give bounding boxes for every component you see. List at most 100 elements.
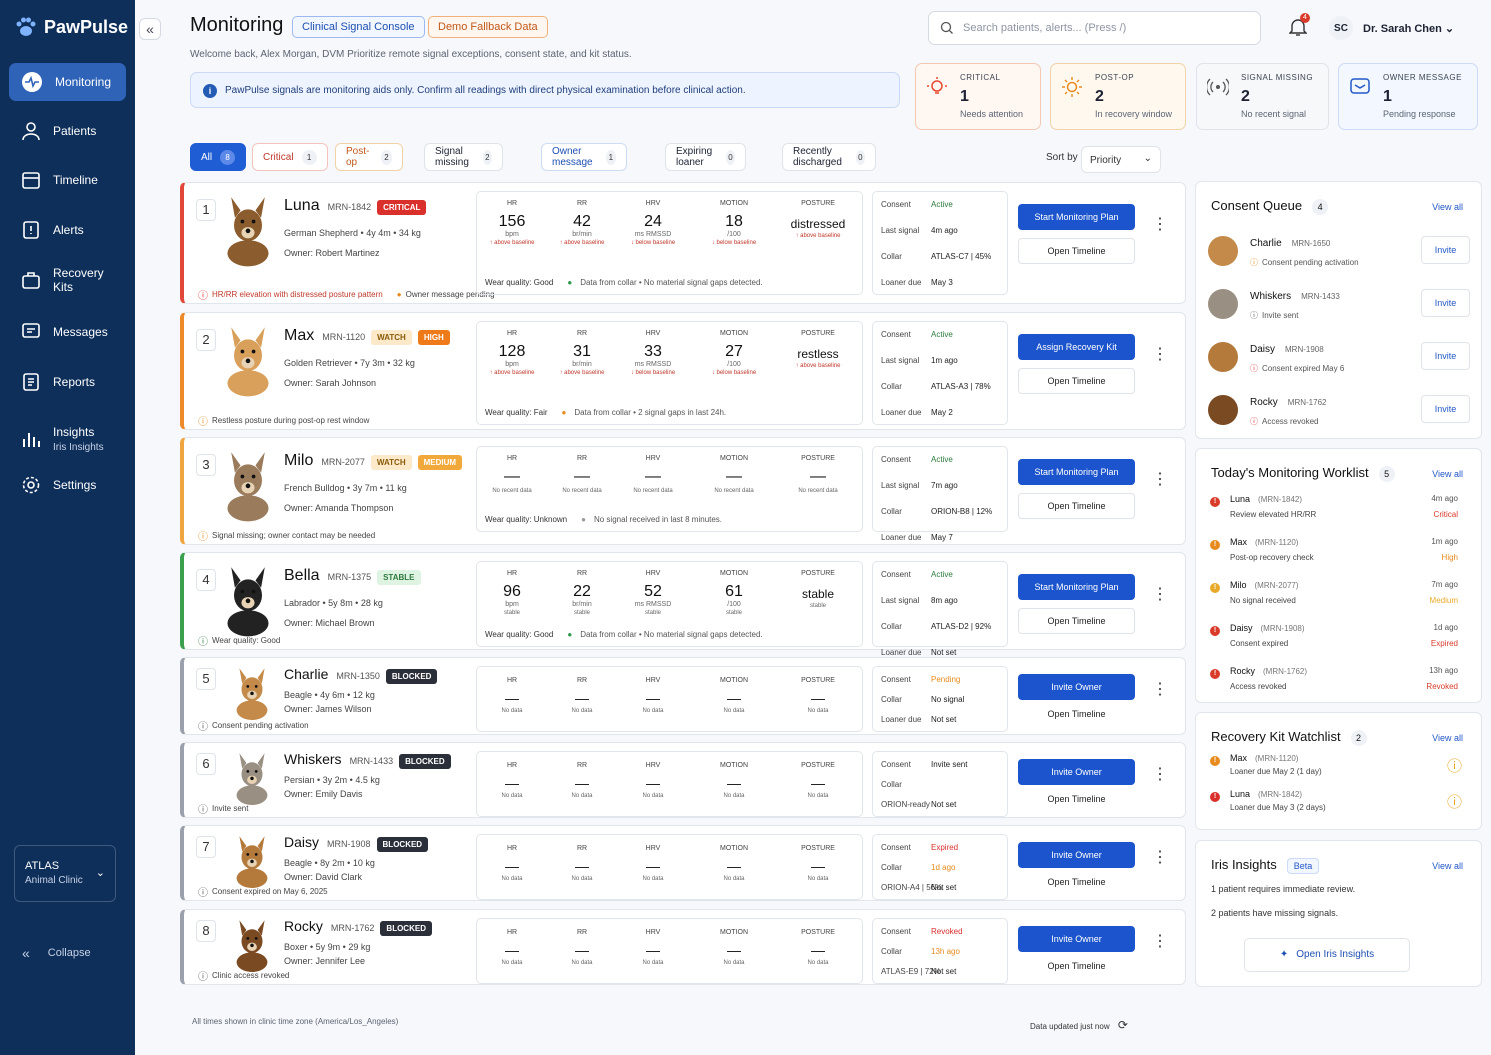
consent-queue-item[interactable]: Whiskers MRN-1433 ⓘ Invite sent Invite <box>1208 285 1470 329</box>
vital-value: — <box>646 858 660 874</box>
patient-row[interactable]: 4 Bella MRN-1375 STABLE Labrador • 5y 8m • 2… <box>180 552 1186 657</box>
sort-select[interactable]: Priority ⌄ <box>1081 146 1161 173</box>
recovery-kit-item[interactable]: ! Luna (MRN-1842) Loaner due May 3 (2 days)… <box>1210 789 1472 829</box>
primary-action-button[interactable]: Assign Recovery Kit <box>1018 334 1135 360</box>
stat-critical[interactable]: Critical 1 Needs attention <box>915 63 1041 130</box>
invite-button[interactable]: Invite <box>1421 236 1470 264</box>
worklist-item[interactable]: ! Max (MRN-1120) Post-op recovery check 1m a… <box>1210 537 1472 577</box>
consent-queue-item[interactable]: Daisy MRN-1908 ⓘ Consent expired May 6 Invit… <box>1208 338 1470 382</box>
vital-trend: No data <box>642 960 664 966</box>
more-options-icon[interactable]: ⋮ <box>1152 217 1168 233</box>
sidebar-item-monitoring[interactable]: Monitoring <box>9 63 126 101</box>
warning-icon[interactable]: ⓘ <box>1447 791 1462 812</box>
patient-row[interactable]: 3 Milo MRN-2077 WATCH MEDIUM French Bulldog •… <box>180 437 1186 545</box>
view-all-link[interactable]: View all <box>1432 469 1463 479</box>
refresh-icon[interactable]: ⟳ <box>1118 1018 1128 1032</box>
filter-signal-missing[interactable]: Signal missing 2 <box>424 143 503 171</box>
patient-details: Golden Retriever • 7y 3m • 32 kg <box>284 358 415 368</box>
view-all-link[interactable]: View all <box>1432 733 1463 743</box>
open-timeline-button[interactable]: Open Timeline <box>1018 608 1135 634</box>
filter-owner-message[interactable]: Owner message 1 <box>541 143 627 171</box>
sidebar-item-reports[interactable]: Reports <box>9 363 126 401</box>
primary-action-button[interactable]: Start Monitoring Plan <box>1018 574 1135 600</box>
invite-button[interactable]: Invite <box>1421 395 1470 423</box>
view-all-link[interactable]: View all <box>1432 861 1463 871</box>
worklist-item[interactable]: ! Daisy (MRN-1908) Consent expired 1d ago Exp… <box>1210 623 1472 663</box>
app-logo[interactable]: PawPulse <box>14 16 128 38</box>
sidebar-item-recovery-kits[interactable]: Recovery Kits <box>9 261 126 299</box>
patient-row[interactable]: 8 Rocky MRN-1762 BLOCKED Boxer • 5y 9m • 29 … <box>180 909 1186 985</box>
worklist-item[interactable]: ! Luna (MRN-1842) Review elevated HR/RR 4m a… <box>1210 494 1472 534</box>
patient-row[interactable]: 6 Whiskers MRN-1433 BLOCKED Persian • 3y 2m … <box>180 742 1186 818</box>
sidebar-item-alerts[interactable]: Alerts <box>9 211 126 249</box>
meta-value: Not set <box>931 967 957 976</box>
filter-critical[interactable]: Critical 1 <box>252 143 328 171</box>
recovery-kit-item[interactable]: ! Max (MRN-1120) Loaner due May 2 (1 day) ⓘ <box>1210 753 1472 793</box>
avatar[interactable]: SC <box>1329 16 1353 40</box>
stat-post-op[interactable]: Post-op 2 In recovery window <box>1050 63 1186 130</box>
warning-icon[interactable]: ⓘ <box>1447 755 1462 776</box>
sidebar-item-patients[interactable]: Patients <box>9 112 126 150</box>
primary-action-button[interactable]: Invite Owner <box>1018 926 1135 952</box>
meta-value: 7m ago <box>931 481 958 490</box>
patient-row[interactable]: 2 Max MRN-1120 WATCH HIGH Golden Retriever • … <box>180 312 1186 430</box>
patient-name[interactable]: Rocky <box>284 918 323 934</box>
filter-post-op[interactable]: Post-op 2 <box>335 143 404 171</box>
invite-button[interactable]: Invite <box>1421 342 1470 370</box>
worklist-item[interactable]: ! Rocky (MRN-1762) Access revoked 13h ago Rev… <box>1210 666 1472 706</box>
primary-action-button[interactable]: Invite Owner <box>1018 674 1135 700</box>
filter-recently-discharged[interactable]: Recently discharged 0 <box>782 143 876 171</box>
vital-trend: ↑ above baseline <box>489 240 535 246</box>
patient-row[interactable]: 1 Luna MRN-1842 CRITICAL German Shepherd • 4… <box>180 182 1186 304</box>
invite-button[interactable]: Invite <box>1421 289 1470 317</box>
vital-value: — <box>811 690 825 706</box>
more-options-icon[interactable]: ⋮ <box>1152 767 1168 783</box>
stat-owner-message[interactable]: Owner message 1 Pending response <box>1338 63 1478 130</box>
open-timeline-button[interactable]: Open Timeline <box>1018 954 1135 980</box>
patient-name[interactable]: Charlie <box>284 666 328 682</box>
more-options-icon[interactable]: ⋮ <box>1152 682 1168 698</box>
clinic-switcher[interactable]: ATLAS Animal Clinic ⌄ <box>14 845 116 902</box>
more-options-icon[interactable]: ⋮ <box>1152 587 1168 603</box>
filter-all[interactable]: All 8 <box>190 143 247 171</box>
sidebar-toggle-button[interactable]: « <box>139 18 161 40</box>
open-timeline-button[interactable]: Open Timeline <box>1018 870 1135 896</box>
view-all-link[interactable]: View all <box>1432 202 1463 212</box>
more-options-icon[interactable]: ⋮ <box>1152 850 1168 866</box>
patient-name[interactable]: Luna <box>284 197 320 214</box>
primary-action-button[interactable]: Start Monitoring Plan <box>1018 459 1135 485</box>
patient-name[interactable]: Daisy <box>284 834 319 850</box>
search-input[interactable]: Search patients, alerts... (Press /) <box>928 11 1261 45</box>
more-options-icon[interactable]: ⋮ <box>1152 472 1168 488</box>
consent-queue-item[interactable]: Rocky MRN-1762 ⓘ Access revoked Invite <box>1208 391 1470 435</box>
sidebar-item-insights[interactable]: Insights Iris Insights <box>9 418 126 460</box>
patient-name[interactable]: Bella <box>284 567 320 584</box>
open-iris-insights-button[interactable]: ✦ Open Iris Insights <box>1244 938 1410 972</box>
stat-signal-missing[interactable]: Signal missing 2 No recent signal <box>1196 63 1329 130</box>
open-timeline-button[interactable]: Open Timeline <box>1018 368 1135 394</box>
open-timeline-button[interactable]: Open Timeline <box>1018 787 1135 813</box>
worklist-item[interactable]: ! Milo (MRN-2077) No signal received 7m ago M… <box>1210 580 1472 620</box>
patient-row[interactable]: 7 Daisy MRN-1908 BLOCKED Beagle • 8y 2m • 10… <box>180 825 1186 901</box>
sidebar-item-messages[interactable]: Messages <box>9 313 126 351</box>
sidebar-item-timeline[interactable]: Timeline <box>9 161 126 199</box>
open-timeline-button[interactable]: Open Timeline <box>1018 493 1135 519</box>
sidebar-item-settings[interactable]: Settings <box>9 466 126 504</box>
user-menu[interactable]: Dr. Sarah Chen ⌄ <box>1363 22 1454 35</box>
collapse-sidebar-button[interactable]: « Collapse <box>22 945 91 961</box>
consent-queue-item[interactable]: Charlie MRN-1650 ⓘ Consent pending activati… <box>1208 232 1470 276</box>
filter-expiring-loaner[interactable]: Expiring loaner 0 <box>665 143 747 171</box>
open-timeline-button[interactable]: Open Timeline <box>1018 702 1135 728</box>
more-options-icon[interactable]: ⋮ <box>1152 934 1168 950</box>
note-text: Clinic access revoked <box>212 971 290 980</box>
patient-name[interactable]: Max <box>284 327 314 344</box>
open-timeline-button[interactable]: Open Timeline <box>1018 238 1135 264</box>
primary-action-button[interactable]: Invite Owner <box>1018 842 1135 868</box>
patient-name[interactable]: Whiskers <box>284 751 342 767</box>
primary-action-button[interactable]: Start Monitoring Plan <box>1018 204 1135 230</box>
more-options-icon[interactable]: ⋮ <box>1152 347 1168 363</box>
primary-action-button[interactable]: Invite Owner <box>1018 759 1135 785</box>
patient-name[interactable]: Milo <box>284 452 313 469</box>
vital-label: HR <box>506 677 518 684</box>
patient-row[interactable]: 5 Charlie MRN-1350 BLOCKED Beagle • 4y 6m • … <box>180 657 1186 735</box>
